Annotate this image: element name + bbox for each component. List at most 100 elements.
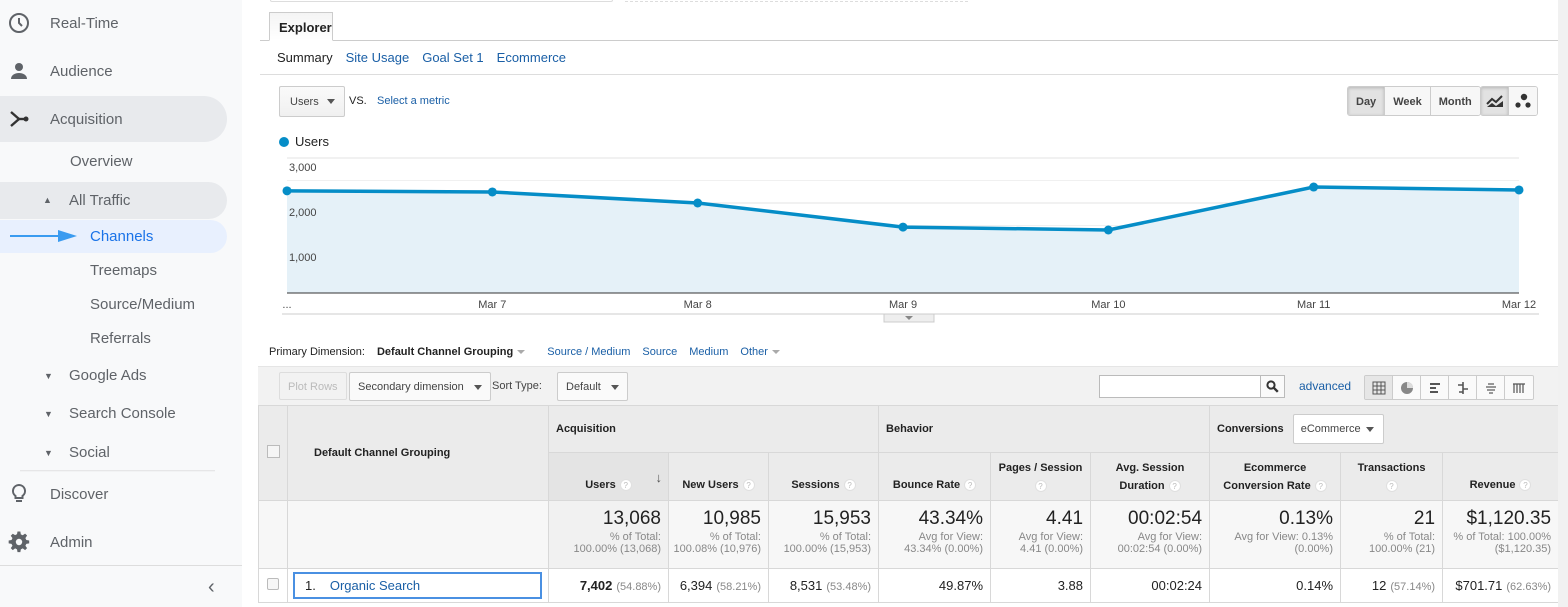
cell-percent: (53.48%) (826, 581, 872, 593)
sort-descending-icon[interactable]: ↓ (656, 469, 663, 487)
help-icon[interactable]: ? (1034, 479, 1047, 492)
month-button[interactable]: Month (1430, 87, 1480, 115)
motion-chart-icon[interactable] (1509, 87, 1537, 115)
dimension-other[interactable]: Other (740, 346, 780, 358)
collapse-triangle-icon[interactable]: ▲ (43, 195, 52, 205)
column-header[interactable]: Ecommerce Conversion Rate? (1209, 452, 1342, 501)
dimension-column-header[interactable]: Default Channel Grouping (287, 405, 549, 501)
help-icon[interactable]: ? (1385, 479, 1398, 492)
select-all-checkbox[interactable] (266, 445, 280, 458)
sidebar-item-source-medium[interactable]: Source/Medium (90, 296, 195, 313)
table-search-input[interactable] (1099, 375, 1261, 398)
expand-triangle-icon[interactable]: ▼ (44, 371, 53, 381)
dimension-source[interactable]: Source (642, 346, 677, 358)
help-icon[interactable]: ? (742, 478, 755, 491)
column-header[interactable]: New Users? (668, 452, 769, 501)
conversions-select[interactable]: eCommerce (1292, 414, 1384, 444)
column-header[interactable]: Revenue? (1442, 452, 1560, 501)
row-checkbox[interactable] (267, 578, 279, 590)
sidebar-item-admin[interactable]: Admin (0, 520, 242, 564)
advanced-filter-link[interactable]: advanced (1299, 379, 1351, 393)
help-icon[interactable]: ? (1168, 479, 1181, 492)
select-metric-link[interactable]: Select a metric (377, 95, 450, 107)
row-name-link[interactable]: Organic Search (330, 578, 420, 593)
sidebar-item-all-traffic[interactable]: All Traffic (69, 192, 130, 209)
collapse-sidebar-icon[interactable]: ‹ (208, 576, 215, 599)
person-icon (8, 60, 30, 82)
chevron-down-icon (517, 350, 526, 355)
sidebar-item-audience[interactable]: Audience (0, 49, 242, 93)
column-header[interactable]: Transactions? (1340, 452, 1444, 501)
total-subtext: % of Total: (709, 531, 761, 543)
column-header[interactable]: Bounce Rate? (878, 452, 992, 501)
data-point (487, 187, 497, 197)
subtab-site-usage[interactable]: Site Usage (346, 50, 410, 65)
dimension-default-channel-grouping[interactable]: Default Channel Grouping (377, 346, 526, 358)
subtab-ecommerce[interactable]: Ecommerce (497, 50, 566, 65)
plot-rows-button[interactable]: Plot Rows (279, 372, 347, 400)
day-button[interactable]: Day (1348, 87, 1386, 115)
x-tick-label: Mar 10 (1091, 299, 1125, 311)
help-icon[interactable]: ? (619, 478, 632, 491)
subtab-goal-set-1[interactable]: Goal Set 1 (422, 50, 483, 65)
metric-select[interactable]: Users (279, 86, 345, 117)
subtab-summary[interactable]: Summary (277, 50, 333, 65)
y-tick-label: 1,000 (289, 252, 317, 264)
gear-icon (8, 531, 30, 553)
chevron-down-icon (771, 350, 780, 355)
lightbulb-icon (8, 483, 30, 505)
row-value-cell: 8,531 (53.48%) (767, 568, 880, 603)
tab-explorer[interactable]: Explorer (269, 12, 333, 41)
sidebar-item-realtime[interactable]: Real-Time (0, 1, 242, 45)
line-chart-icon[interactable] (1481, 87, 1509, 115)
column-header[interactable]: Pages / Session? (990, 452, 1092, 501)
total-cell: 21 % of Total: 100.00% (21) (1340, 500, 1444, 569)
bar-view-icon[interactable] (1421, 376, 1449, 399)
column-header[interactable]: Avg. Session Duration? (1090, 452, 1211, 501)
comparison-view-icon[interactable] (1449, 376, 1477, 399)
help-icon[interactable]: ? (1519, 478, 1532, 491)
dimension-source-medium[interactable]: Source / Medium (547, 346, 630, 358)
sidebar-item-acquisition[interactable]: Acquisition (0, 97, 227, 141)
sidebar-item-search-console[interactable]: Search Console (69, 405, 176, 422)
cell-value: 0.14% (1296, 578, 1334, 593)
sidebar-item-discover[interactable]: Discover (0, 472, 242, 516)
legend-dot-icon (279, 136, 289, 147)
term-cloud-icon[interactable] (1477, 376, 1505, 399)
week-button[interactable]: Week (1385, 87, 1431, 115)
column-header-label: Transactions (1357, 461, 1426, 474)
total-subtext: 43.34% (0.00%) (904, 543, 984, 555)
help-icon[interactable]: ? (1314, 479, 1327, 492)
help-icon[interactable]: ? (964, 478, 977, 491)
table-view-icon[interactable] (1365, 376, 1393, 399)
pie-view-icon[interactable] (1393, 376, 1421, 399)
help-icon[interactable]: ? (843, 478, 856, 491)
total-cell: 00:02:54 Avg for View: 00:02:54 (0.00%) (1090, 500, 1211, 569)
page-scrollbar[interactable] (1558, 0, 1568, 607)
column-header[interactable]: Sessions? (767, 452, 880, 501)
sidebar: Real-Time Audience Acquisition Overview … (0, 0, 242, 607)
total-value: 13,068 (602, 508, 661, 529)
cell-value: 8,531 (789, 578, 823, 593)
sidebar-item-channels[interactable]: Channels (90, 228, 153, 245)
sidebar-item-social[interactable]: Social (69, 444, 110, 461)
data-point (1514, 185, 1524, 195)
row-name-box: 1. Organic Search (293, 572, 542, 599)
secondary-dimension-select[interactable]: Secondary dimension (349, 372, 491, 401)
expand-triangle-icon[interactable]: ▼ (44, 409, 53, 419)
search-icon[interactable] (1261, 375, 1285, 398)
sidebar-item-referrals[interactable]: Referrals (90, 330, 151, 347)
x-tick-label: Mar 8 (684, 299, 712, 311)
sort-type-value: Default (566, 381, 601, 393)
sort-type-select[interactable]: Default (557, 372, 628, 401)
dimension-medium[interactable]: Medium (689, 346, 728, 358)
sidebar-item-google-ads[interactable]: Google Ads (69, 367, 147, 384)
expand-triangle-icon[interactable]: ▼ (44, 448, 53, 458)
cell-value: $701.71 (1455, 578, 1503, 593)
sidebar-item-treemaps[interactable]: Treemaps (90, 262, 157, 279)
total-cell: 43.34% Avg for View: 43.34% (0.00%) (878, 500, 992, 569)
sidebar-item-overview[interactable]: Overview (70, 153, 133, 170)
pivot-view-icon[interactable] (1505, 376, 1533, 399)
cell-value: 49.87% (938, 578, 984, 593)
column-header[interactable]: Users? ↓ (548, 452, 669, 501)
